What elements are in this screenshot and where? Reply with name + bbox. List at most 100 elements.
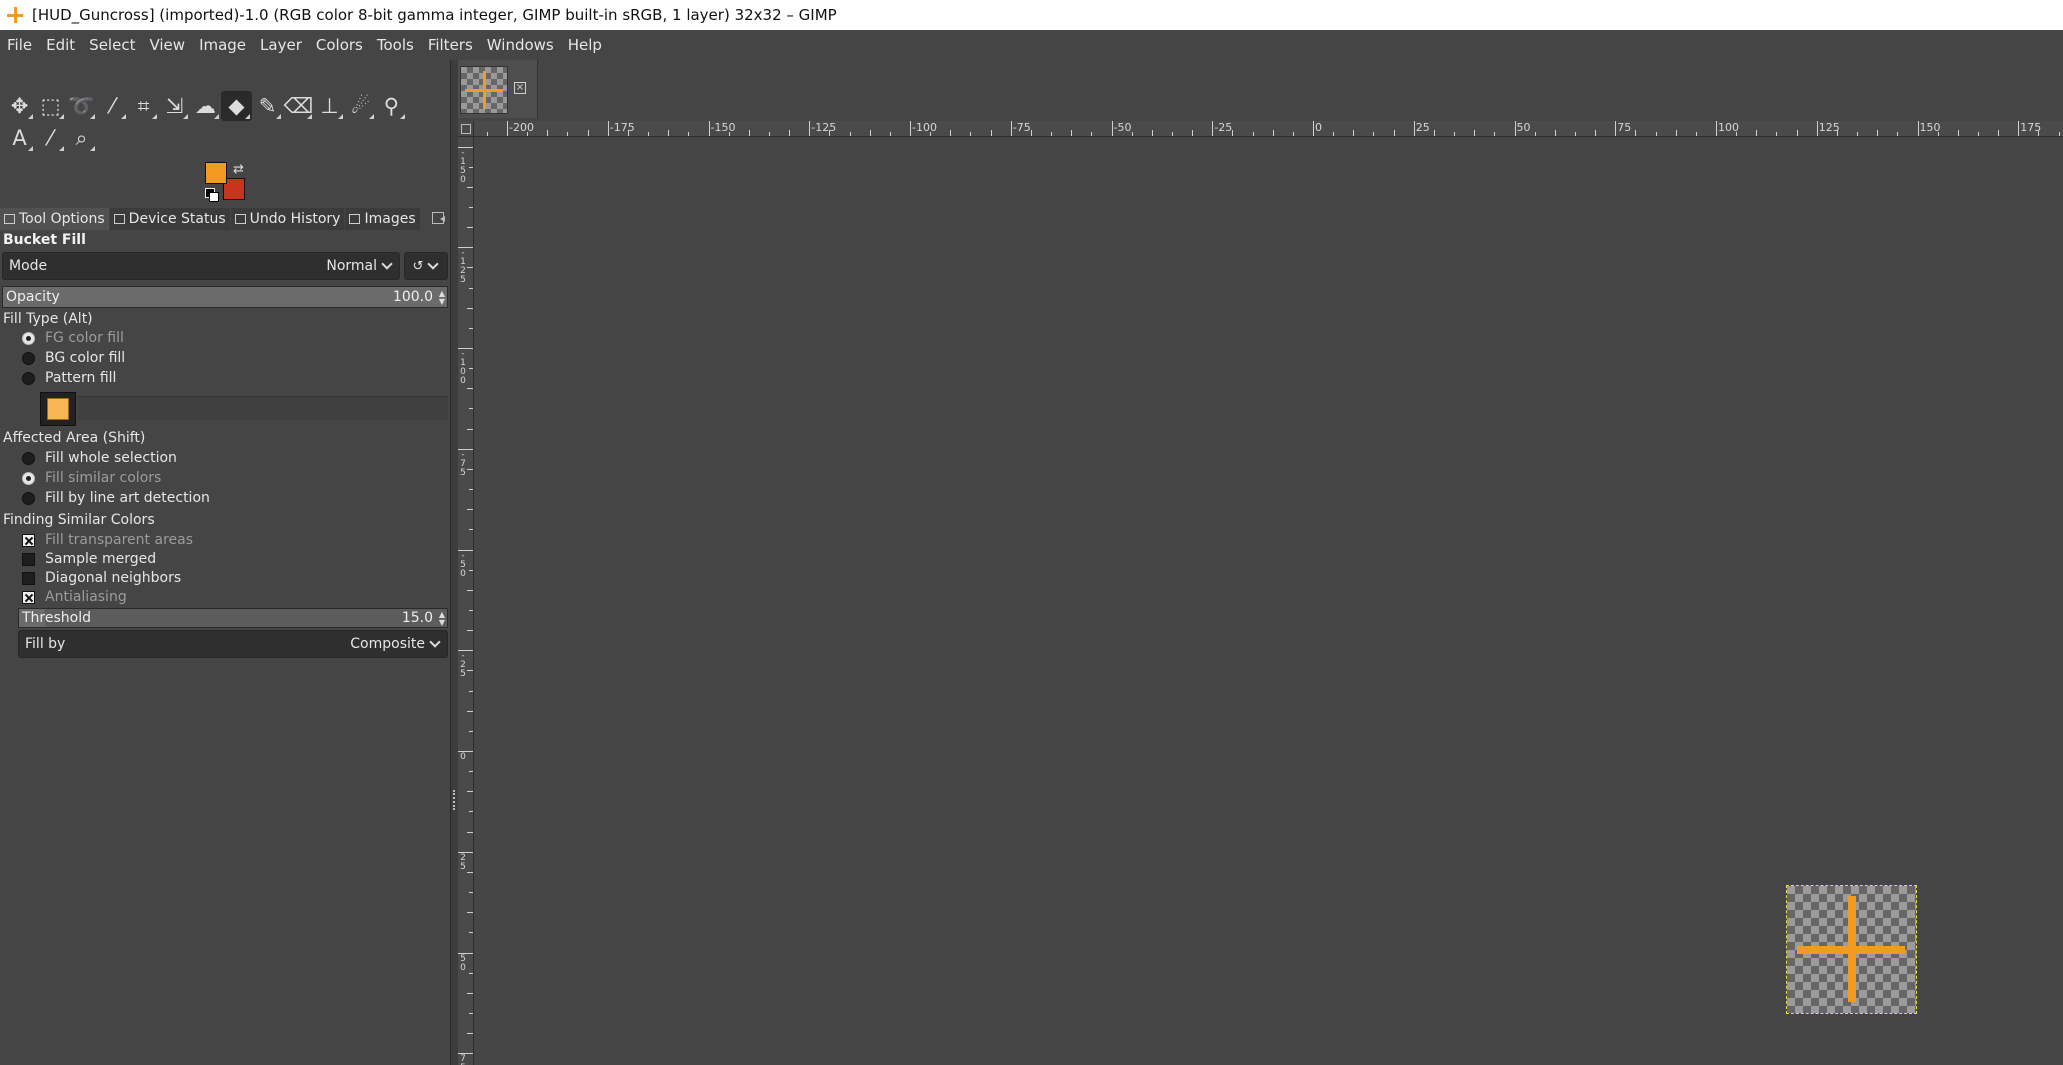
images-icon <box>349 214 361 224</box>
threshold-slider[interactable]: Threshold 15.0 ▲ ▼ <box>18 608 448 628</box>
ruler-tick <box>1131 132 1133 136</box>
radio-pattern-fill[interactable]: Pattern fill <box>22 370 116 386</box>
menu-tools[interactable]: Tools <box>370 36 421 54</box>
ruler-tick <box>1111 121 1113 136</box>
pattern-preview-button[interactable] <box>40 392 76 426</box>
warp-tool[interactable]: ☁ <box>190 91 221 121</box>
smudge-tool[interactable]: ☄ <box>345 91 376 121</box>
tab-images[interactable]: Images <box>345 208 420 230</box>
tab-undo-history[interactable]: Undo History <box>230 208 345 230</box>
tab-tool-options[interactable]: Tool Options <box>0 208 109 230</box>
move-tool[interactable]: ✥ <box>4 91 35 121</box>
ruler-tick <box>1514 121 1516 136</box>
menu-colors[interactable]: Colors <box>309 36 370 54</box>
tool-options-icon <box>4 214 15 224</box>
checkbox-fill-transparent-areas[interactable]: Fill transparent areas <box>22 532 193 548</box>
tool-group-indicator <box>400 114 405 119</box>
tab-device-status[interactable]: Device Status <box>109 208 230 230</box>
ruler-tick <box>1977 132 1979 136</box>
ruler-tick <box>469 609 473 611</box>
ruler-label: -200 <box>509 121 534 134</box>
close-icon[interactable]: × <box>514 82 526 94</box>
crosshair-horizontal <box>465 89 503 92</box>
ruler-tick <box>1192 130 1194 136</box>
mode-select[interactable]: Mode Normal <box>2 252 400 280</box>
spin-arrows-icon[interactable]: ▲ ▼ <box>439 611 445 627</box>
image-tab[interactable]: × <box>458 60 538 118</box>
radio-bg-color-fill[interactable]: BG color fill <box>22 350 125 366</box>
ruler-tick <box>1615 121 1617 136</box>
menu-file[interactable]: File <box>0 36 39 54</box>
radio-fill-whole-selection[interactable]: Fill whole selection <box>22 450 177 466</box>
ruler-tick <box>668 130 670 136</box>
ruler-label: -50 <box>1113 121 1132 134</box>
menu-image[interactable]: Image <box>192 36 253 54</box>
menu-windows[interactable]: Windows <box>480 36 561 54</box>
menu-select[interactable]: Select <box>82 36 142 54</box>
checkbox-diagonal-neighbors[interactable]: Diagonal neighbors <box>22 570 181 586</box>
radio-fill-similar-colors[interactable]: Fill similar colors <box>22 470 161 486</box>
ruler-tick <box>1917 121 1919 136</box>
foreground-color-swatch[interactable] <box>205 162 227 184</box>
radio-button <box>22 371 35 385</box>
zoom-tool[interactable]: ⌕ <box>66 123 97 153</box>
color-picker-tool[interactable]: ⁄ <box>35 123 66 153</box>
menu-layer[interactable]: Layer <box>253 36 309 54</box>
ruler-label: -50 <box>460 550 466 579</box>
ruler-corner-menu-icon[interactable] <box>458 121 474 137</box>
ruler-tick <box>1232 130 1234 136</box>
toolbox-row-2: A ⁄ ⌕ <box>4 122 444 154</box>
fuzzy-select-tool[interactable]: ⁄ <box>97 91 128 121</box>
swap-colors-icon[interactable]: ⇄ <box>233 162 244 177</box>
dock-resize-handle[interactable] <box>450 60 458 1065</box>
checkbox-sample-merged[interactable]: Sample merged <box>22 551 156 567</box>
bucket-fill-tool[interactable]: ◆ <box>221 91 252 121</box>
ruler-tick <box>458 448 473 450</box>
transform-tool[interactable]: ⇲ <box>159 91 190 121</box>
canvas-area[interactable] <box>475 138 2063 1065</box>
fill-by-select[interactable]: Fill by Composite <box>18 630 448 658</box>
checkbox <box>22 533 35 547</box>
menu-edit[interactable]: Edit <box>39 36 82 54</box>
image-canvas[interactable] <box>1786 885 1917 1014</box>
color-area: ⇄ <box>205 162 255 202</box>
radio-fill-line-art[interactable]: Fill by line art detection <box>22 490 210 506</box>
tool-group-indicator <box>59 146 64 151</box>
ruler-tick <box>467 1033 473 1035</box>
ruler-tick <box>467 227 473 229</box>
ruler-tick <box>547 130 549 136</box>
menu-view[interactable]: View <box>142 36 192 54</box>
radio-button <box>22 471 35 485</box>
chevron-down-icon <box>427 258 440 270</box>
menu-help[interactable]: Help <box>561 36 609 54</box>
ruler-tick <box>467 428 473 430</box>
paintbrush-tool[interactable]: ✎ <box>252 91 283 121</box>
mode-reset-select[interactable]: ↺ <box>404 252 448 280</box>
ruler-tick <box>469 489 473 491</box>
horizontal-ruler[interactable]: -200 -175 -150 -125 -100 -75 -50 -25 0 25 50 75 100 1… <box>474 121 2063 137</box>
threshold-label: Threshold <box>22 610 91 626</box>
ruler-tick <box>1333 132 1335 136</box>
vertical-ruler[interactable]: -150 -125 -100 -75 -50 -25 0 25 50 75 <box>458 137 474 1065</box>
spin-arrows-icon[interactable]: ▲ ▼ <box>439 290 445 306</box>
rect-select-tool[interactable]: ⬚ <box>35 91 66 121</box>
ruler-tick <box>467 871 473 873</box>
ruler-tick <box>809 121 811 136</box>
ruler-tick <box>1353 130 1355 136</box>
eraser-tool[interactable]: ⌫ <box>283 91 314 121</box>
free-select-tool[interactable]: ➰ <box>66 91 97 121</box>
fill-by-label: Fill by <box>25 636 66 652</box>
text-tool[interactable]: A <box>4 123 35 153</box>
radio-fg-color-fill[interactable]: FG color fill <box>22 330 124 346</box>
bucket-fill-tool-icon: ◆ <box>228 94 245 118</box>
opacity-slider[interactable]: Opacity 100.0 ▲ ▼ <box>2 286 448 308</box>
menu-filters[interactable]: Filters <box>421 36 480 54</box>
ruler-label: 100 <box>1718 121 1739 134</box>
crop-tool[interactable]: ⌗ <box>128 91 159 121</box>
checkbox-antialiasing[interactable]: Antialiasing <box>22 589 127 605</box>
clone-tool[interactable]: ⊥ <box>314 91 345 121</box>
default-colors-icon[interactable] <box>205 188 219 202</box>
dock-menu-icon[interactable] <box>432 212 445 224</box>
paths-tool[interactable]: ⚲ <box>376 91 407 121</box>
tab-label: Undo History <box>249 211 341 227</box>
